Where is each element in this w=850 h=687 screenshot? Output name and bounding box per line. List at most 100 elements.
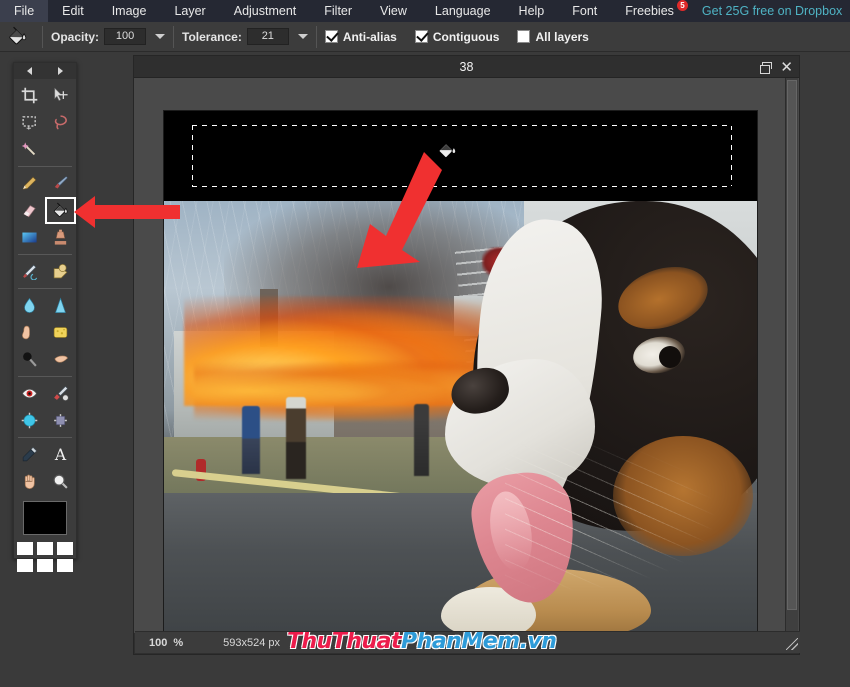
palette-swatch[interactable]	[17, 542, 33, 555]
paint-bucket-tool[interactable]	[45, 197, 76, 224]
pinch-tool[interactable]	[45, 407, 76, 434]
move-tool[interactable]	[45, 82, 76, 109]
clone-stamp-tool[interactable]	[45, 224, 76, 251]
resize-grip[interactable]	[786, 638, 798, 650]
fire-flames-low	[194, 361, 474, 421]
crop-tool[interactable]	[14, 82, 45, 109]
dodge-tool[interactable]	[14, 346, 45, 373]
magic-wand-tool[interactable]	[14, 136, 45, 163]
color-replace-tool[interactable]	[45, 380, 76, 407]
document-window: 38 ✕	[133, 55, 800, 655]
document-title: 38	[460, 60, 474, 74]
lasso-tool[interactable]	[45, 109, 76, 136]
menu-item-adjustment[interactable]: Adjustment	[220, 0, 311, 22]
color-swatch-area	[14, 501, 76, 572]
vertical-scrollbar[interactable]	[785, 78, 798, 633]
options-divider-3	[316, 26, 317, 48]
next-tools-arrow-icon[interactable]	[58, 67, 63, 75]
menu-item-filter[interactable]: Filter	[310, 0, 366, 22]
toolbox-header	[14, 63, 76, 79]
blur-tool[interactable]	[14, 292, 45, 319]
close-window-icon[interactable]: ✕	[780, 62, 793, 73]
image-canvas[interactable]	[163, 110, 758, 633]
image-dimensions: 593x524 px	[223, 637, 280, 649]
opacity-chevron-down-icon[interactable]	[155, 34, 165, 39]
watermark-part-2: PhanMem.vn	[401, 631, 556, 653]
all-layers-label: All layers	[535, 30, 588, 44]
opacity-input[interactable]: 100	[104, 28, 146, 45]
palette-swatch[interactable]	[57, 542, 73, 555]
document-title-bar[interactable]: 38 ✕	[134, 56, 799, 78]
marching-ants-selection[interactable]	[192, 125, 732, 187]
sponge-tool[interactable]	[45, 319, 76, 346]
tool-options-bar: Opacity: 100 Tolerance: 21 Anti-alias Co…	[0, 22, 850, 52]
tolerance-input[interactable]: 21	[247, 28, 289, 45]
tool-divider-3	[18, 288, 72, 289]
menu-item-freebies[interactable]: Freebies 5	[611, 0, 692, 22]
opacity-control[interactable]: Opacity: 100	[51, 28, 165, 45]
bystander	[242, 406, 260, 474]
hand-tool[interactable]	[14, 468, 45, 495]
palette-swatch[interactable]	[37, 559, 53, 572]
foreground-color-swatch[interactable]	[23, 501, 67, 535]
brush-tool[interactable]	[45, 170, 76, 197]
vertical-scrollbar-thumb[interactable]	[787, 80, 797, 610]
dog-whiskers	[505, 441, 715, 591]
palette-swatch[interactable]	[37, 542, 53, 555]
menu-item-view[interactable]: View	[366, 0, 421, 22]
rectangular-marquee-tool[interactable]	[14, 109, 45, 136]
pencil-tool[interactable]	[14, 170, 45, 197]
healing-brush-tool[interactable]	[14, 258, 45, 285]
smudge-tool[interactable]	[14, 319, 45, 346]
dropbox-promo-link[interactable]: Get 25G free on Dropbox	[692, 0, 850, 22]
all-layers-checkbox[interactable]: All layers	[517, 30, 588, 44]
svg-text:A: A	[54, 446, 67, 463]
bystander	[414, 404, 429, 476]
restore-window-icon[interactable]	[760, 62, 771, 73]
contiguous-checkbox[interactable]: Contiguous	[415, 30, 500, 44]
red-eye-tool[interactable]	[14, 380, 45, 407]
eraser-tool[interactable]	[14, 197, 45, 224]
options-divider-1	[42, 26, 43, 48]
anti-alias-label: Anti-alias	[343, 30, 397, 44]
zoom-level-value[interactable]: 100	[149, 637, 167, 649]
palette-swatch[interactable]	[17, 559, 33, 572]
contiguous-checkbox-box[interactable]	[415, 30, 428, 43]
gradient-tool[interactable]	[14, 224, 45, 251]
paint-bucket-icon[interactable]	[0, 22, 34, 52]
tolerance-label: Tolerance:	[182, 30, 242, 44]
burn-tool[interactable]	[45, 346, 76, 373]
eyedropper-tool[interactable]	[14, 441, 45, 468]
menu-item-language[interactable]: Language	[421, 0, 505, 22]
photo-content	[164, 201, 757, 633]
menu-item-image[interactable]: Image	[98, 0, 161, 22]
all-layers-checkbox-box[interactable]	[517, 30, 530, 43]
dog-pupil	[659, 346, 681, 368]
menu-item-layer[interactable]: Layer	[160, 0, 219, 22]
sharpen-tool[interactable]	[45, 292, 76, 319]
watermark-part-1: ThuThuat	[287, 631, 401, 653]
menu-item-edit[interactable]: Edit	[48, 0, 98, 22]
menu-item-font[interactable]: Font	[558, 0, 611, 22]
opacity-label: Opacity:	[51, 30, 99, 44]
palette-swatch[interactable]	[57, 559, 73, 572]
menu-item-file[interactable]: File	[0, 0, 48, 22]
contiguous-label: Contiguous	[433, 30, 500, 44]
zoom-tool[interactable]	[45, 468, 76, 495]
patch-tool[interactable]	[45, 258, 76, 285]
type-tool[interactable]: A	[45, 441, 76, 468]
tool-grid: A	[14, 79, 76, 495]
bloat-tool[interactable]	[14, 407, 45, 434]
prev-tools-arrow-icon[interactable]	[27, 67, 32, 75]
anti-alias-checkbox[interactable]: Anti-alias	[325, 30, 397, 44]
menu-item-help[interactable]: Help	[505, 0, 559, 22]
anti-alias-checkbox-box[interactable]	[325, 30, 338, 43]
tolerance-chevron-down-icon[interactable]	[298, 34, 308, 39]
paint-bucket-cursor	[436, 139, 458, 161]
zoom-level-unit: %	[173, 637, 183, 649]
tool-divider-4	[18, 376, 72, 377]
firefighter	[286, 397, 306, 479]
tool-divider-2	[18, 254, 72, 255]
document-canvas-area[interactable]	[134, 78, 799, 633]
tolerance-control[interactable]: Tolerance: 21	[182, 28, 308, 45]
